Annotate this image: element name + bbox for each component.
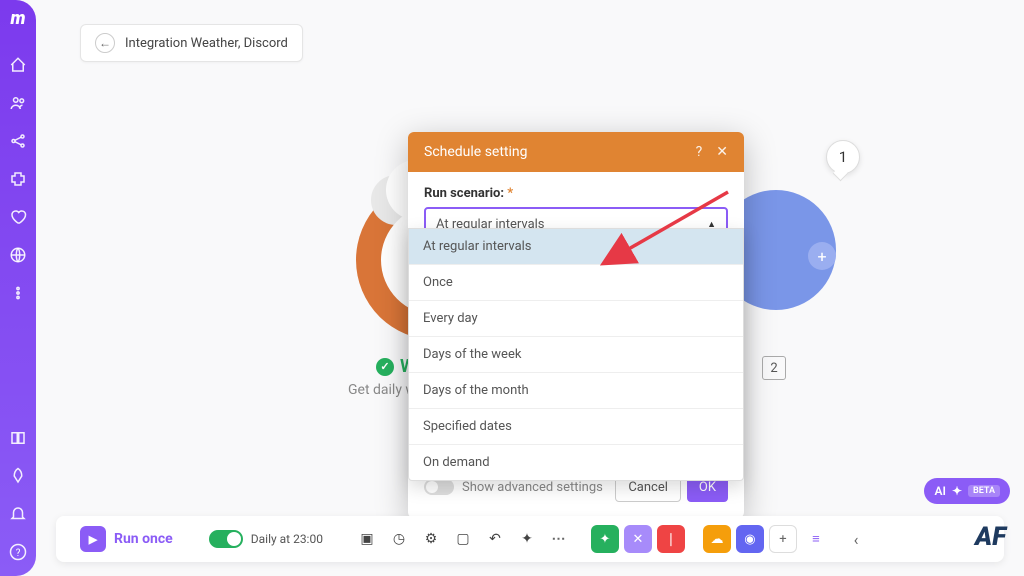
book-icon[interactable] [8, 428, 28, 448]
modal-title: Schedule setting [424, 144, 528, 160]
add-app-icon[interactable]: + [769, 525, 797, 553]
option-regular-intervals[interactable]: At regular intervals [409, 229, 743, 265]
chevron-left-icon[interactable]: ‹ [842, 525, 870, 553]
toggle-on-icon[interactable] [209, 530, 243, 548]
home-icon[interactable] [8, 55, 28, 75]
more-icon[interactable]: ⋯ [545, 525, 573, 553]
app-icon-discord[interactable]: ◉ [736, 525, 764, 553]
gear-icon[interactable]: ⚙ [417, 525, 445, 553]
field-label: Run scenario: * [424, 186, 728, 201]
run-once-button[interactable]: ▶ Run once [68, 520, 185, 558]
undo-icon[interactable]: ↶ [481, 525, 509, 553]
filter-icon[interactable]: ≡ [802, 525, 830, 553]
option-specified-dates[interactable]: Specified dates [409, 409, 743, 445]
toggle-switch-icon[interactable] [424, 479, 454, 495]
help-icon[interactable]: ? [8, 542, 28, 562]
clock-icon[interactable]: ◷ [385, 525, 413, 553]
puzzle-icon[interactable] [8, 169, 28, 189]
play-icon: ▶ [80, 526, 106, 552]
sparkle-icon: ✦ [952, 484, 962, 498]
logo: m [10, 8, 25, 29]
note-icon[interactable]: ▢ [449, 525, 477, 553]
add-module-button[interactable]: + [808, 242, 836, 270]
bundle-badge-2[interactable]: 2 [762, 356, 786, 380]
ai-badge[interactable]: AI ✦ BETA [924, 478, 1010, 504]
rocket-icon[interactable] [8, 466, 28, 486]
magic-icon[interactable]: ✦ [513, 525, 541, 553]
bell-icon[interactable] [8, 504, 28, 524]
svg-text:?: ? [16, 548, 21, 559]
option-days-month[interactable]: Days of the month [409, 373, 743, 409]
bundle-badge-1[interactable]: 1 [826, 140, 860, 174]
option-on-demand[interactable]: On demand [409, 445, 743, 480]
schedule-toggle[interactable]: Daily at 23:00 [199, 526, 333, 552]
more-icon[interactable] [8, 283, 28, 303]
option-once[interactable]: Once [409, 265, 743, 301]
team-icon[interactable] [8, 93, 28, 113]
help-icon[interactable]: ? [696, 144, 703, 160]
bottom-toolbar: ▶ Run once Daily at 23:00 ▣ ◷ ⚙ ▢ ↶ ✦ ⋯ … [56, 516, 1004, 562]
sidebar: m ? [0, 0, 36, 576]
option-days-week[interactable]: Days of the week [409, 337, 743, 373]
option-every-day[interactable]: Every day [409, 301, 743, 337]
app-icon-weather[interactable]: ☁ [703, 525, 731, 553]
save-icon[interactable]: ▣ [353, 525, 381, 553]
app-icon-1[interactable]: ✦ [591, 525, 619, 553]
app-icon-2[interactable]: ✕ [624, 525, 652, 553]
globe-icon[interactable] [8, 245, 28, 265]
af-logo: AF [975, 522, 1006, 552]
advanced-toggle[interactable]: Show advanced settings [424, 479, 603, 495]
app-icon-3[interactable]: ❘ [657, 525, 685, 553]
check-icon: ✓ [376, 358, 394, 376]
run-scenario-dropdown: At regular intervals Once Every day Days… [408, 228, 744, 481]
close-icon[interactable]: ✕ [716, 144, 728, 160]
share-icon[interactable] [8, 131, 28, 151]
heart-icon[interactable] [8, 207, 28, 227]
modal-header: Schedule setting ? ✕ [408, 132, 744, 172]
